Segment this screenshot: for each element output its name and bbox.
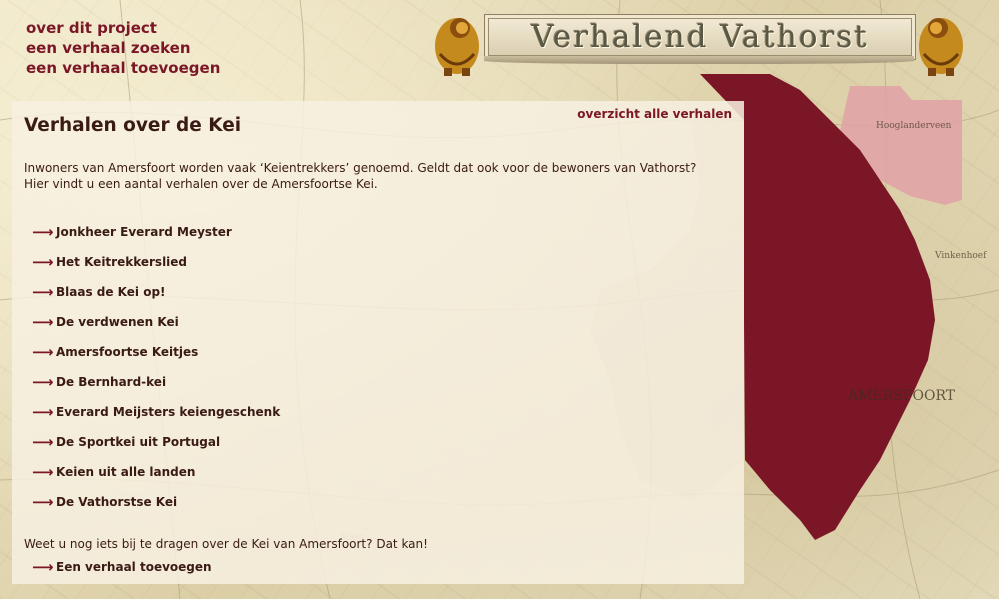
lion-crest-right-icon	[919, 18, 963, 76]
story-label: De Bernhard-kei	[56, 375, 167, 389]
story-link-de-verdwenen-kei[interactable]: ⟶ De verdwenen Kei	[32, 307, 280, 337]
outro-text: Weet u nog iets bij te dragen over de Ke…	[24, 537, 428, 551]
nav-add-story[interactable]: een verhaal toevoegen	[26, 58, 220, 78]
nav-search-story[interactable]: een verhaal zoeken	[26, 38, 220, 58]
arrow-right-icon: ⟶	[32, 463, 54, 481]
story-link-jonkheer-everard-meyster[interactable]: ⟶ Jonkheer Everard Meyster	[32, 217, 280, 247]
arrow-right-icon: ⟶	[32, 373, 54, 391]
story-list: ⟶ Jonkheer Everard Meyster ⟶ Het Keitrek…	[32, 217, 280, 517]
site-header-banner[interactable]: Verhalend Vathorst	[484, 14, 916, 60]
arrow-right-icon: ⟶	[32, 253, 54, 271]
story-link-keien-uit-alle-landen[interactable]: ⟶ Keien uit alle landen	[32, 457, 280, 487]
arrow-right-icon: ⟶	[32, 433, 54, 451]
add-story-label: Een verhaal toevoegen	[56, 560, 212, 574]
story-link-de-vathorstse-kei[interactable]: ⟶ De Vathorstse Kei	[32, 487, 280, 517]
top-navigation: over dit project een verhaal zoeken een …	[26, 18, 220, 78]
lion-crest-left-icon	[435, 18, 479, 76]
story-label: Jonkheer Everard Meyster	[56, 225, 232, 239]
story-label: Het Keitrekkerslied	[56, 255, 188, 269]
story-label: De Sportkei uit Portugal	[56, 435, 221, 449]
story-link-het-keitrekkerslied[interactable]: ⟶ Het Keitrekkerslied	[32, 247, 280, 277]
banner-scroll-decoration	[484, 56, 914, 64]
map-label-hooglanderveen: Hooglanderveen	[876, 121, 952, 131]
arrow-right-icon: ⟶	[32, 558, 54, 576]
story-link-everard-meijsters-keiengeschenk[interactable]: ⟶ Everard Meijsters keiengeschenk	[32, 397, 280, 427]
arrow-right-icon: ⟶	[32, 313, 54, 331]
story-label: Amersfoortse Keitjes	[56, 345, 199, 359]
arrow-right-icon: ⟶	[32, 343, 54, 361]
story-label: Blaas de Kei op!	[56, 285, 166, 299]
story-label: Everard Meijsters keiengeschenk	[56, 405, 281, 419]
overview-all-stories-link[interactable]: overzicht alle verhalen	[577, 107, 732, 121]
content-panel: Verhalen over de Kei overzicht alle verh…	[12, 101, 744, 584]
add-story-link[interactable]: ⟶ Een verhaal toevoegen	[32, 557, 212, 577]
arrow-right-icon: ⟶	[32, 403, 54, 421]
story-link-de-sportkei-uit-portugal[interactable]: ⟶ De Sportkei uit Portugal	[32, 427, 280, 457]
story-label: Keien uit alle landen	[56, 465, 196, 479]
story-label: De verdwenen Kei	[56, 315, 179, 329]
map-label-vinkenhoef: Vinkenhoef	[934, 251, 987, 261]
site-title: Verhalend Vathorst	[531, 19, 869, 55]
map-label-amersfoort: AMERSFOORT	[847, 388, 956, 404]
story-link-amersfoortse-keitjes[interactable]: ⟶ Amersfoortse Keitjes	[32, 337, 280, 367]
story-label: De Vathorstse Kei	[56, 495, 178, 509]
arrow-right-icon: ⟶	[32, 493, 54, 511]
arrow-right-icon: ⟶	[32, 223, 54, 241]
story-link-blaas-de-kei-op[interactable]: ⟶ Blaas de Kei op!	[32, 277, 280, 307]
page-title: Verhalen over de Kei	[24, 115, 242, 136]
intro-text: Inwoners van Amersfoort worden vaak ‘Kei…	[24, 161, 697, 191]
story-link-de-bernhard-kei[interactable]: ⟶ De Bernhard-kei	[32, 367, 280, 397]
nav-about-project[interactable]: over dit project	[26, 18, 220, 38]
arrow-right-icon: ⟶	[32, 283, 54, 301]
